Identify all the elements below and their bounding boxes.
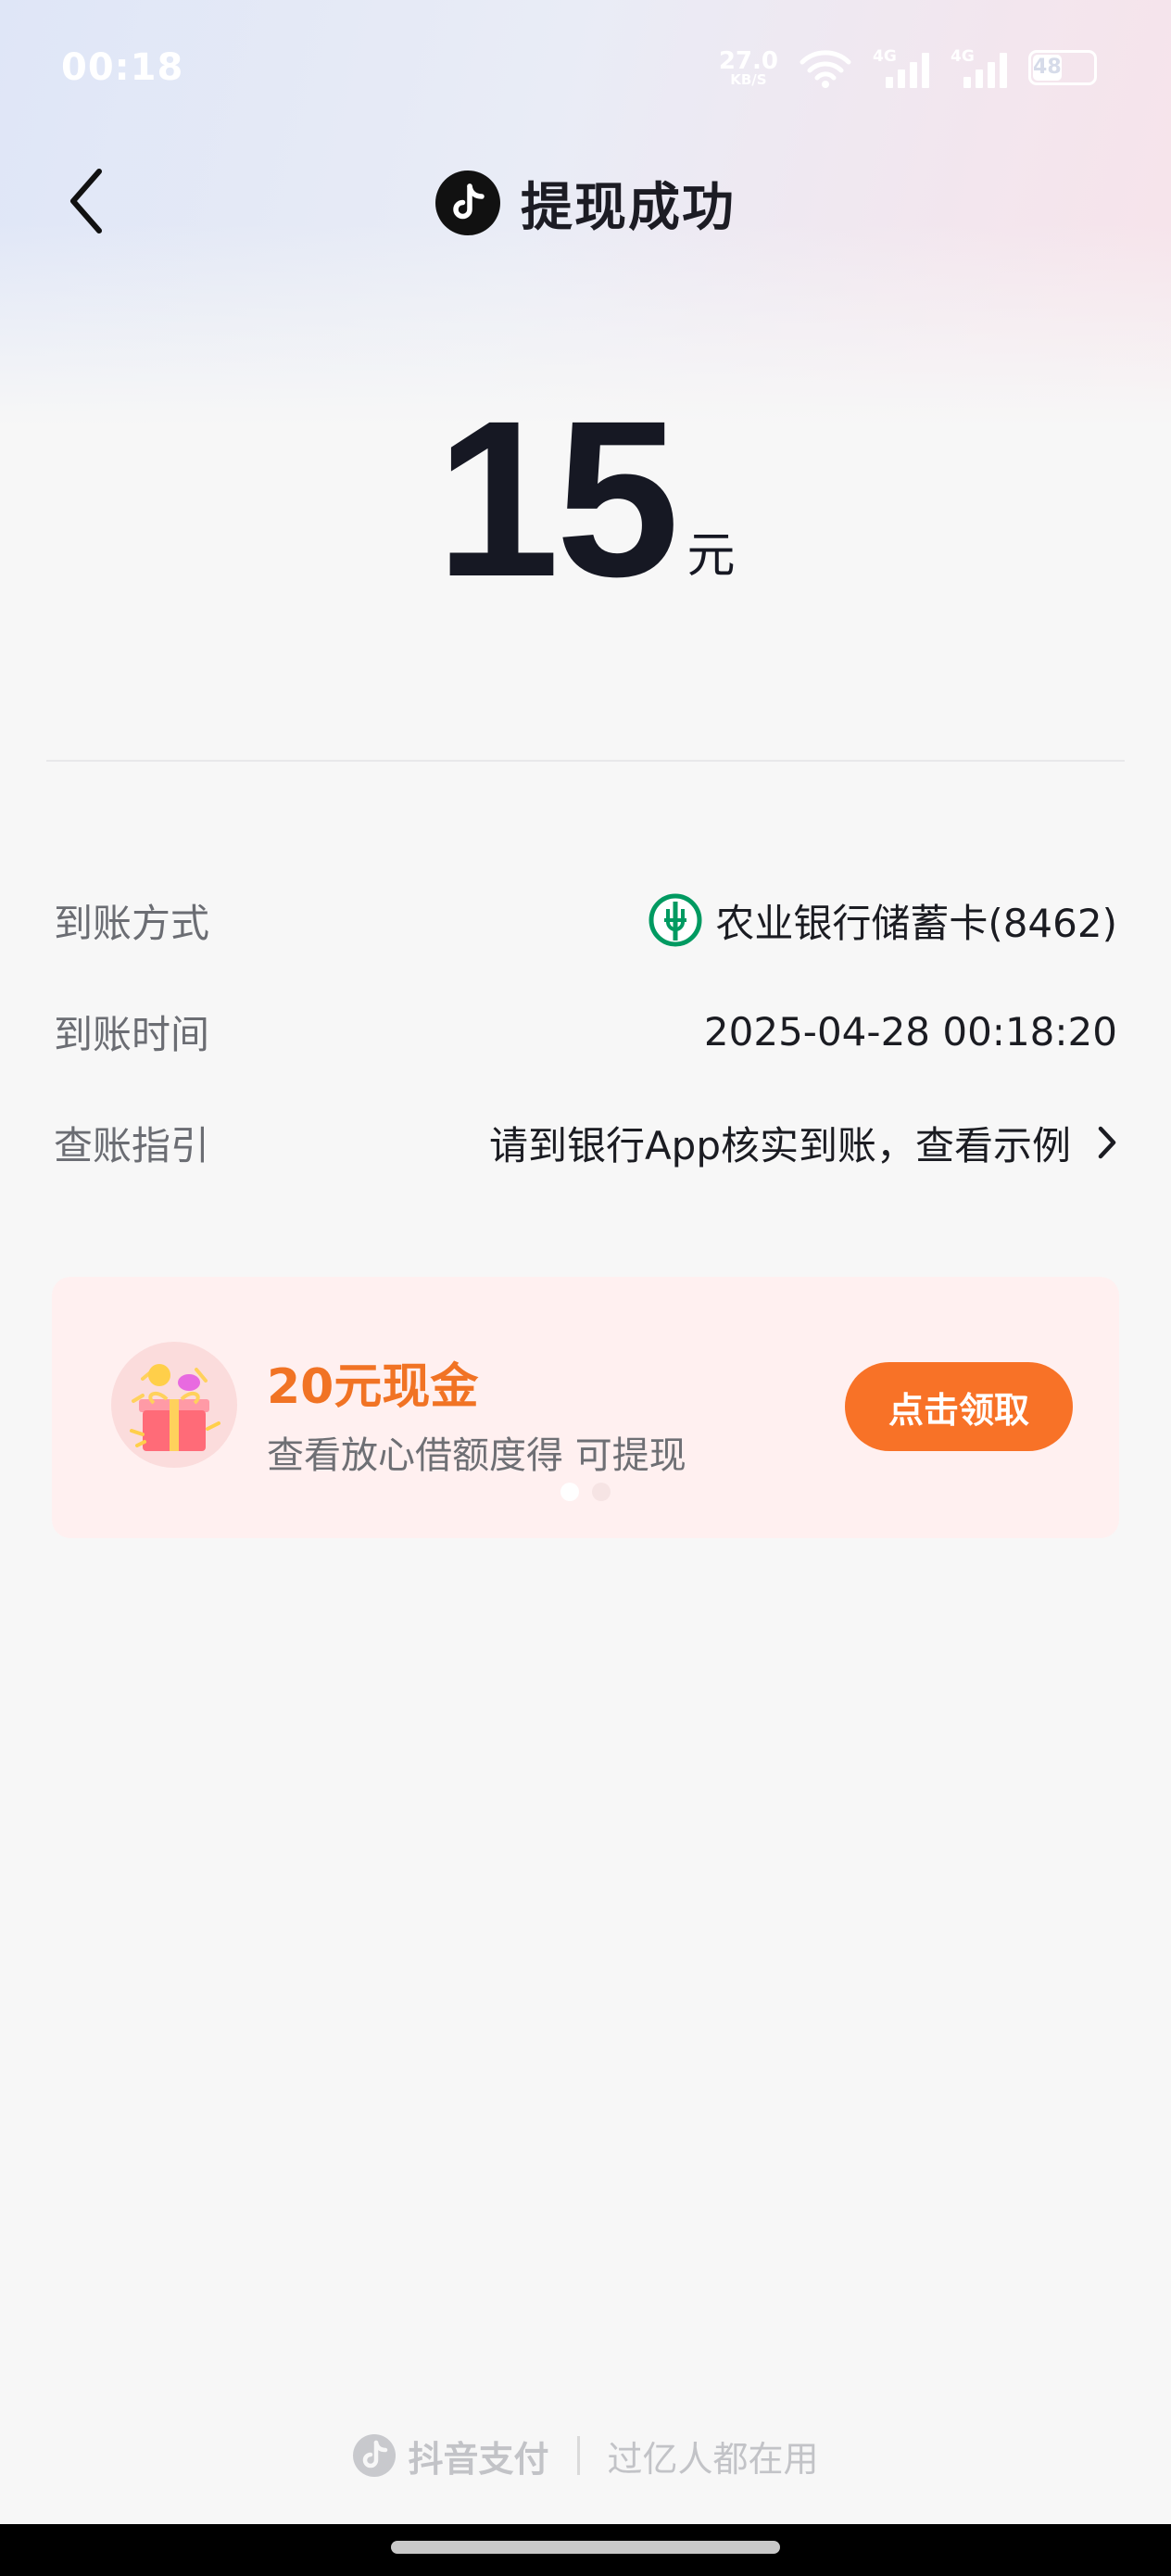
cellular-signal-icon-2: 4G <box>951 47 1008 88</box>
carousel-dot-active <box>560 1483 579 1501</box>
detail-value: 农业银行储蓄卡(8462) <box>648 892 1117 949</box>
detail-label: 到账方式 <box>54 900 210 946</box>
network-speed-unit: KB/S <box>730 70 767 88</box>
promo-title: 20元现金 <box>267 1359 479 1415</box>
douyin-pay-logo-icon <box>353 2434 397 2477</box>
wifi-icon <box>800 50 851 88</box>
detail-label: 查账指引 <box>54 1122 210 1168</box>
footer-brand: 抖音支付 <box>352 2431 549 2481</box>
detail-row-method: 到账方式 农业银行储蓄卡(8462) <box>54 888 1117 953</box>
footer-separator <box>576 2436 580 2475</box>
amount-unit: 元 <box>686 528 736 584</box>
amount-value: 15 <box>435 374 680 623</box>
status-time: 00:18 <box>61 46 184 89</box>
network-speed: 27.0 KB/S <box>719 49 778 87</box>
status-icons: 27.0 KB/S 4G 4G 48 <box>719 44 1097 91</box>
carousel-indicator <box>52 1483 1119 1501</box>
withdraw-amount: 15 元 <box>0 374 1171 623</box>
promo-subtitle: 查看放心借额度得 可提现 <box>267 1434 686 1477</box>
detail-label: 到账时间 <box>54 1011 210 1057</box>
bank-card-text: 农业银行储蓄卡(8462) <box>715 900 1117 946</box>
divider <box>46 760 1125 762</box>
footer-brand-text: 抖音支付 <box>408 2438 549 2480</box>
douyin-logo-icon <box>435 170 500 235</box>
footer-slogan: 过亿人都在用 <box>607 2438 819 2480</box>
detail-value[interactable]: 请到银行App核实到账，查看示例 <box>489 1115 1117 1171</box>
cellular-signal-icon: 4G <box>873 47 930 88</box>
battery-level: 48 <box>1033 55 1062 81</box>
claim-button[interactable]: 点击领取 <box>845 1362 1073 1451</box>
promo-card[interactable]: 20元现金 查看放心借额度得 可提现 点击领取 <box>52 1277 1119 1538</box>
chevron-right-icon[interactable] <box>1097 1125 1117 1160</box>
page-header: 提现成功 <box>0 161 1171 245</box>
detail-row-time: 到账时间 2025-04-28 00:18:20 <box>54 999 1117 1064</box>
carousel-dot <box>592 1483 611 1501</box>
footer: 抖音支付 过亿人都在用 <box>0 2428 1171 2483</box>
battery-icon: 48 <box>1028 50 1097 85</box>
detail-value: 2025-04-28 00:18:20 <box>703 1008 1117 1054</box>
guide-link-text[interactable]: 请到银行App核实到账，查看示例 <box>489 1115 1071 1171</box>
abc-bank-icon <box>648 893 702 947</box>
page-title: 提现成功 <box>521 177 736 238</box>
network-speed-value: 27.0 <box>718 46 778 75</box>
gift-box-icon <box>111 1342 237 1468</box>
detail-row-guide[interactable]: 查账指引 请到银行App核实到账，查看示例 <box>54 1110 1117 1175</box>
home-indicator[interactable] <box>391 2541 780 2554</box>
